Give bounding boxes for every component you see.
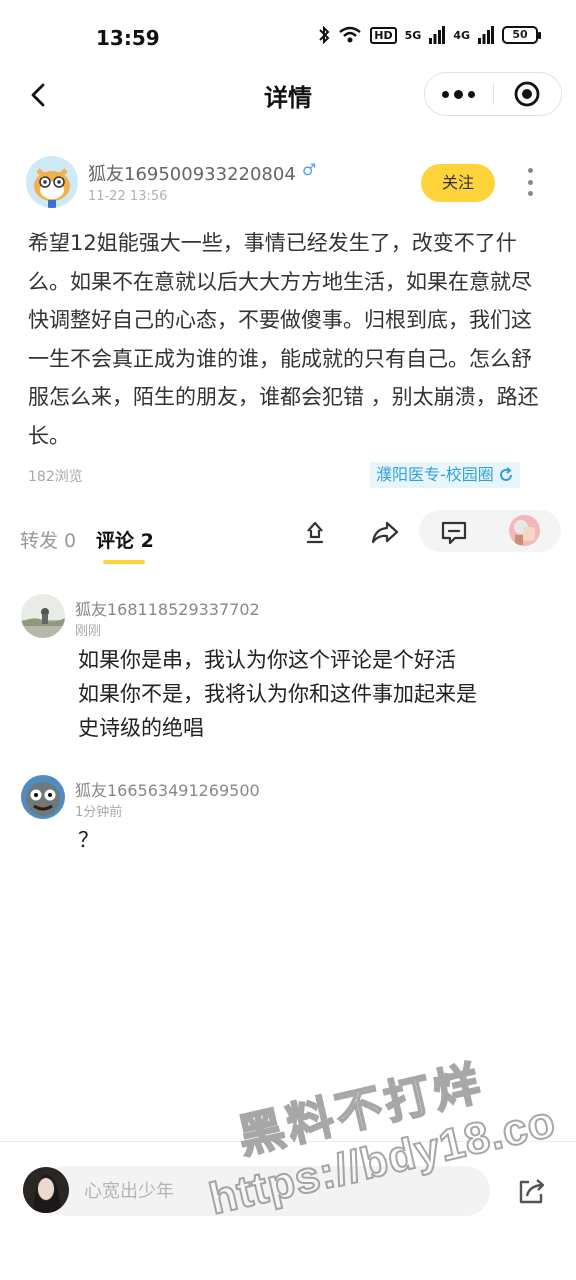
bluetooth-icon [319,26,330,44]
more-icon[interactable] [425,72,493,116]
comment-author[interactable]: 狐友168118529337702 [75,596,260,620]
nav-bar: 详情 [0,70,576,120]
post-time: 11-22 13:56 [88,189,168,204]
watermark-title: 黑料不打烊 [232,1055,489,1164]
status-bar: 13:59 HD 5G 4G 50 [0,0,576,70]
comment-text: ？ [78,823,99,857]
signal-icon-2 [478,26,494,44]
view-count: 182浏览 [28,469,83,485]
comment-line: 史诗级的绝唱 [78,716,204,740]
comment-time: 刚刚 [75,624,102,639]
tab-comment[interactable]: 评论 2 [96,526,154,553]
post-content: 希望12姐能强大一些，事情已经发生了，改变不了什么。如果不在意就以后大大方方地生… [28,231,539,448]
wifi-icon [339,26,362,43]
male-icon: ♂ [302,160,317,179]
like-avatar[interactable] [509,515,540,546]
circle-tag-label: 濮阳医专-校园圈 [376,465,494,484]
share-icon[interactable] [370,517,400,547]
hd-badge: HD [370,26,397,44]
comment-avatar[interactable] [21,775,65,819]
comment-text: 如果你是串，我认为你这个评论是个好活 如果你不是，我将认为你和这件事加起来是 史… [78,643,477,745]
comment-line: ？ [78,828,99,852]
comment-input[interactable] [40,1166,490,1216]
author-avatar[interactable] [26,156,78,208]
bottom-divider [0,1141,576,1142]
repost-icon[interactable] [300,517,330,547]
battery-icon: 50 [502,26,541,44]
share-out-icon[interactable] [515,1174,549,1208]
tab-forward[interactable]: 转发 0 [20,526,76,553]
back-icon[interactable] [24,80,54,110]
comment-line: 如果你不是，我将认为你和这件事加起来是 [78,682,477,706]
refresh-icon [499,467,512,481]
comment-time: 1分钟前 [75,805,123,820]
circle-tag[interactable]: 濮阳医专-校园圈 [370,462,520,488]
kebab-icon[interactable] [520,166,540,198]
miniapp-capsule [424,72,562,116]
signal-4g: 4G [453,28,470,42]
my-avatar[interactable] [23,1167,69,1213]
author-name[interactable]: 狐友169500933220804 [88,160,296,186]
comment-avatar[interactable] [21,594,65,638]
comment-line: 如果你是串，我认为你这个评论是个好活 [78,648,456,672]
comment-author[interactable]: 狐友166563491269500 [75,777,260,801]
message-icon[interactable] [439,517,469,547]
follow-button[interactable]: 关注 [421,164,495,202]
status-time: 13:59 [96,26,160,50]
target-icon[interactable] [494,72,562,116]
status-icons: HD 5G 4G 50 [318,26,541,44]
signal-icon [429,26,446,44]
tab-active-indicator [103,560,145,564]
signal-5g: 5G [404,28,422,42]
